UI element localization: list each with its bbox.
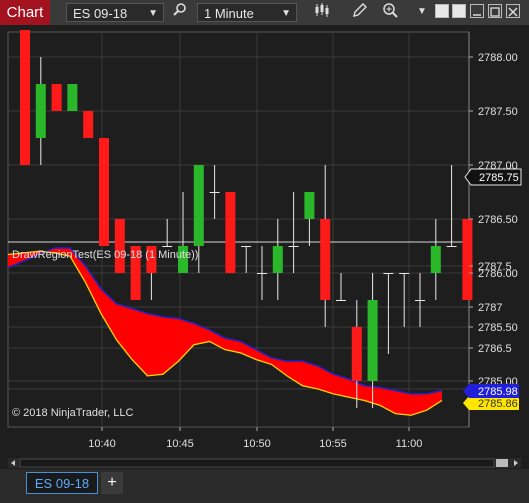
close-icon[interactable] xyxy=(506,4,520,18)
x-tick-label: 10:40 xyxy=(88,438,116,450)
candle-body xyxy=(367,300,378,381)
bottom-tab-bar: ES 09-18 + xyxy=(0,469,529,503)
last-price-label: 2785.75 xyxy=(479,172,519,184)
candle-body xyxy=(288,246,299,247)
search-icon[interactable] xyxy=(170,2,190,22)
candle xyxy=(462,219,473,300)
candle-body xyxy=(320,219,331,300)
instrument-selector[interactable]: ES 09-18 ▼ xyxy=(66,3,164,22)
price-axis-label: 2785.50 xyxy=(478,322,518,334)
candle-body xyxy=(351,327,362,381)
candle-body xyxy=(162,246,173,247)
interval-selector[interactable]: 1 Minute ▼ xyxy=(197,3,297,22)
candle-body xyxy=(462,219,473,300)
last-price-marker: 2785.75 xyxy=(464,168,522,186)
candle xyxy=(51,84,62,111)
bar-type-icon[interactable] xyxy=(312,2,332,22)
candle-body xyxy=(446,246,457,247)
price-axis-label: 2786.50 xyxy=(478,214,518,226)
chart-area[interactable]: 2788.00 2787.50 2787.00 2786.50 2786.00 2785.… xyxy=(0,25,529,469)
candle xyxy=(225,192,236,273)
indicator-axis-label: 2787.5 xyxy=(478,261,512,273)
x-tick-label: 10:45 xyxy=(166,438,194,450)
candle-body xyxy=(83,111,94,138)
x-tick-label: 10:55 xyxy=(319,438,347,450)
blue-value-label: 2785.98 xyxy=(478,386,518,398)
price-axis-label: 2787.50 xyxy=(478,106,518,118)
candle xyxy=(99,138,109,246)
x-tick-label: 11:00 xyxy=(396,438,423,450)
candle-body xyxy=(336,300,346,301)
candle xyxy=(114,219,125,273)
candle xyxy=(20,30,30,165)
candle-body xyxy=(209,192,220,193)
maximize-icon[interactable] xyxy=(488,4,502,18)
instrument-label: ES 09-18 xyxy=(73,6,128,21)
candle-body xyxy=(67,84,78,111)
chart-toolbar: Chart ES 09-18 ▼ 1 Minute ▼ ▼ xyxy=(0,0,529,26)
yellow-value-marker: 2785.86 xyxy=(463,396,519,410)
candle-body xyxy=(114,219,125,273)
candle-body xyxy=(304,192,315,219)
window-tile-icon[interactable] xyxy=(435,4,449,18)
candle xyxy=(83,111,94,138)
candle-body xyxy=(225,192,236,273)
chevron-down-icon: ▼ xyxy=(281,8,291,19)
candle-body xyxy=(257,273,267,274)
indicator-axis-label: 2786.5 xyxy=(478,343,512,355)
candle-body xyxy=(399,273,410,274)
candle-body xyxy=(415,300,425,301)
candle-body xyxy=(99,138,109,246)
indicator-title: DrawRegionTest(ES 09-18 (1 Minute)) xyxy=(12,249,198,261)
candle-body xyxy=(241,246,252,247)
candle-body xyxy=(193,165,204,246)
candle-body xyxy=(430,246,441,273)
candle-body xyxy=(272,246,283,273)
horizontal-scrollbar[interactable] xyxy=(8,458,521,468)
chart-title-tab[interactable]: Chart xyxy=(0,0,50,25)
price-axis-label: 2788.00 xyxy=(478,52,518,64)
zoom-icon[interactable] xyxy=(380,2,400,22)
candle-body xyxy=(383,273,394,274)
chevron-down-icon: ▼ xyxy=(148,8,158,19)
tab-es-09-18[interactable]: ES 09-18 xyxy=(26,472,98,494)
copyright-text: © 2018 NinjaTrader, LLC xyxy=(12,407,133,419)
candle-body xyxy=(51,84,62,111)
indicator-axis-label: 2787 xyxy=(478,302,502,314)
scroll-thumb[interactable] xyxy=(496,459,508,467)
minimize-icon[interactable] xyxy=(470,4,484,18)
candle-body xyxy=(20,30,30,165)
chart-svg[interactable]: 2788.002787.502787.002786.502786.002785.… xyxy=(0,25,529,469)
blue-value-marker: 2785.98 xyxy=(463,384,519,398)
interval-label: 1 Minute xyxy=(204,6,254,21)
dropdown-icon[interactable]: ▼ xyxy=(412,2,432,22)
add-tab-button[interactable]: + xyxy=(101,472,123,494)
window-tile-icon[interactable] xyxy=(452,4,466,18)
x-tick-label: 10:50 xyxy=(243,438,271,450)
yellow-value-label: 2785.86 xyxy=(478,398,518,410)
pencil-icon[interactable] xyxy=(350,2,370,22)
candle xyxy=(67,84,78,111)
candle-body xyxy=(35,84,46,138)
